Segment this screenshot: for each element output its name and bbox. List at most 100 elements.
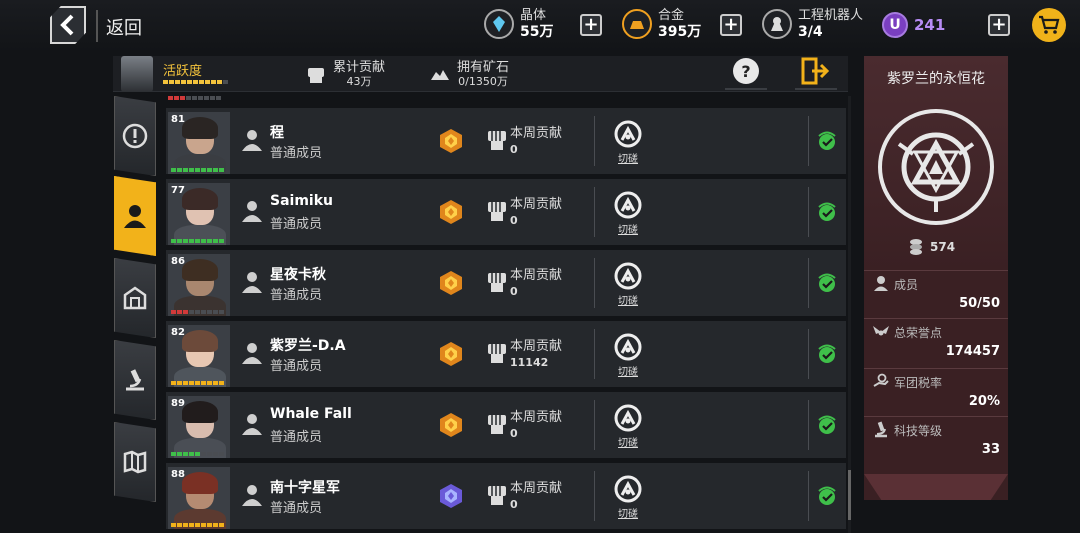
avatar xyxy=(121,56,153,92)
tab-members[interactable] xyxy=(114,176,156,256)
member-name: Whale Fall xyxy=(270,406,352,422)
weekly-contribution-label: 本周贡献 xyxy=(510,268,563,283)
add-alloy-button[interactable]: + xyxy=(720,14,742,36)
total-contribution-value: 43万 xyxy=(346,75,372,88)
alloy-icon xyxy=(622,9,652,39)
person-icon xyxy=(242,485,262,506)
legion-stat: 军团税率 20% xyxy=(864,368,1008,416)
activity-meter xyxy=(171,381,224,385)
weekly-contribution-label: 本周贡献 xyxy=(510,481,563,496)
add-crystal-button[interactable]: + xyxy=(580,14,602,36)
add-premium-button[interactable]: + xyxy=(988,14,1010,36)
member-list[interactable]: 81 程 普通成员 本周贡献 0 切磋 77 Saimiku 普通成员 本周贡献… xyxy=(166,96,846,533)
panel-bottom xyxy=(864,474,1008,500)
divider xyxy=(864,318,1008,319)
duel-button[interactable]: 切磋 xyxy=(618,505,638,520)
exit-icon[interactable] xyxy=(800,56,830,86)
avatar[interactable]: 89 xyxy=(168,396,230,458)
table-row[interactable]: 86 星夜卡秋 普通成员 本周贡献 0 切磋 xyxy=(166,250,846,316)
duel-button[interactable]: 切磋 xyxy=(618,292,638,307)
activity-meter xyxy=(171,523,224,527)
member-level: 86 xyxy=(171,256,185,267)
activity-meter xyxy=(171,310,224,314)
avatar[interactable]: 88 xyxy=(168,467,230,529)
avatar[interactable]: 86 xyxy=(168,254,230,316)
legion-name: 紫罗兰的永恒花 xyxy=(887,71,985,87)
weekly-contribution-label: 本周贡献 xyxy=(510,339,563,354)
activity-meter xyxy=(171,452,224,456)
help-button[interactable]: ? xyxy=(733,58,759,84)
divider xyxy=(594,187,595,237)
online-status-icon xyxy=(818,202,836,221)
duel-icon[interactable] xyxy=(614,120,642,148)
crystal-label: 晶体 xyxy=(520,8,547,23)
prev-row-bars xyxy=(168,96,221,100)
duel-button[interactable]: 切磋 xyxy=(618,363,638,378)
table-row[interactable]: 88 南十字星军 普通成员 本周贡献 0 切磋 xyxy=(166,463,846,529)
chevron-left-icon xyxy=(60,14,74,36)
member-icon xyxy=(124,205,146,228)
duel-button[interactable]: 切磋 xyxy=(618,221,638,236)
divider xyxy=(808,329,809,379)
weekly-contribution-label: 本周贡献 xyxy=(510,410,563,425)
rank-badge-icon xyxy=(440,342,462,366)
table-row[interactable]: 82 紫罗兰-D.A 普通成员 本周贡献 11142 切磋 xyxy=(166,321,846,387)
tab-notice[interactable] xyxy=(114,96,156,176)
weekly-contribution-value: 0 xyxy=(510,214,518,227)
duel-button[interactable]: 切磋 xyxy=(618,150,638,165)
duel-icon[interactable] xyxy=(614,333,642,361)
scrollbar-thumb[interactable] xyxy=(848,470,851,520)
rank-badge-icon xyxy=(440,271,462,295)
member-level: 89 xyxy=(171,398,185,409)
member-role: 普通成员 xyxy=(270,501,323,516)
divider xyxy=(594,116,595,166)
person-icon xyxy=(242,272,262,293)
duel-icon[interactable] xyxy=(614,262,642,290)
member-name: 星夜卡秋 xyxy=(270,267,326,283)
legion-stat-value: 33 xyxy=(981,442,1000,457)
table-row[interactable]: 89 Whale Fall 普通成员 本周贡献 0 切磋 xyxy=(166,392,846,458)
duel-icon[interactable] xyxy=(614,475,642,503)
scrollbar[interactable] xyxy=(848,96,851,533)
fist-icon xyxy=(488,486,506,505)
fist-icon xyxy=(488,202,506,221)
robot-resource: 工程机器人 3/4 xyxy=(762,8,863,40)
duel-button[interactable]: 切磋 xyxy=(618,434,638,449)
legion-stat-label: 成员 xyxy=(894,278,919,292)
weekly-contribution-value: 0 xyxy=(510,427,518,440)
member-name: Saimiku xyxy=(270,193,333,209)
crystal-resource: 晶体 55万 xyxy=(484,8,553,40)
microscope-icon xyxy=(126,369,144,391)
avatar[interactable]: 82 xyxy=(168,325,230,387)
tax-icon xyxy=(873,373,889,387)
back-label[interactable]: 返回 xyxy=(106,14,142,40)
table-row[interactable]: 77 Saimiku 普通成员 本周贡献 0 切磋 xyxy=(166,179,846,245)
legion-stat: 科技等级 33 xyxy=(864,416,1008,464)
legion-stat-value: 50/50 xyxy=(959,296,1000,311)
avatar[interactable]: 81 xyxy=(168,112,230,174)
duel-icon[interactable] xyxy=(614,404,642,432)
ore-value: 0/1350万 xyxy=(458,75,508,88)
tab-tech[interactable] xyxy=(114,340,156,420)
divider xyxy=(864,368,1008,369)
legion-stat-label: 科技等级 xyxy=(894,424,943,438)
weekly-contribution-label: 本周贡献 xyxy=(510,197,563,212)
online-status-icon xyxy=(818,415,836,434)
coin-stack-icon xyxy=(910,239,922,255)
avatar[interactable]: 77 xyxy=(168,183,230,245)
legion-stat-label: 总荣誉点 xyxy=(894,326,943,340)
table-row[interactable]: 81 程 普通成员 本周贡献 0 切磋 xyxy=(166,108,846,174)
activity-label: 活跃度 xyxy=(163,64,203,79)
tab-base[interactable] xyxy=(114,258,156,338)
divider xyxy=(96,10,98,42)
legion-stat-value: 20% xyxy=(968,394,1000,409)
divider xyxy=(594,400,595,450)
back-button[interactable] xyxy=(50,6,86,44)
member-icon xyxy=(874,276,888,291)
duel-icon[interactable] xyxy=(614,191,642,219)
top-bar: 返回 晶体 55万 + 合金 395万 + 工程机器人 3/4 U 241 + xyxy=(0,0,1080,52)
online-status-icon xyxy=(818,486,836,505)
rank-badge-icon xyxy=(440,413,462,437)
shop-cart-button[interactable] xyxy=(1032,8,1066,42)
tab-territory[interactable] xyxy=(114,422,156,502)
